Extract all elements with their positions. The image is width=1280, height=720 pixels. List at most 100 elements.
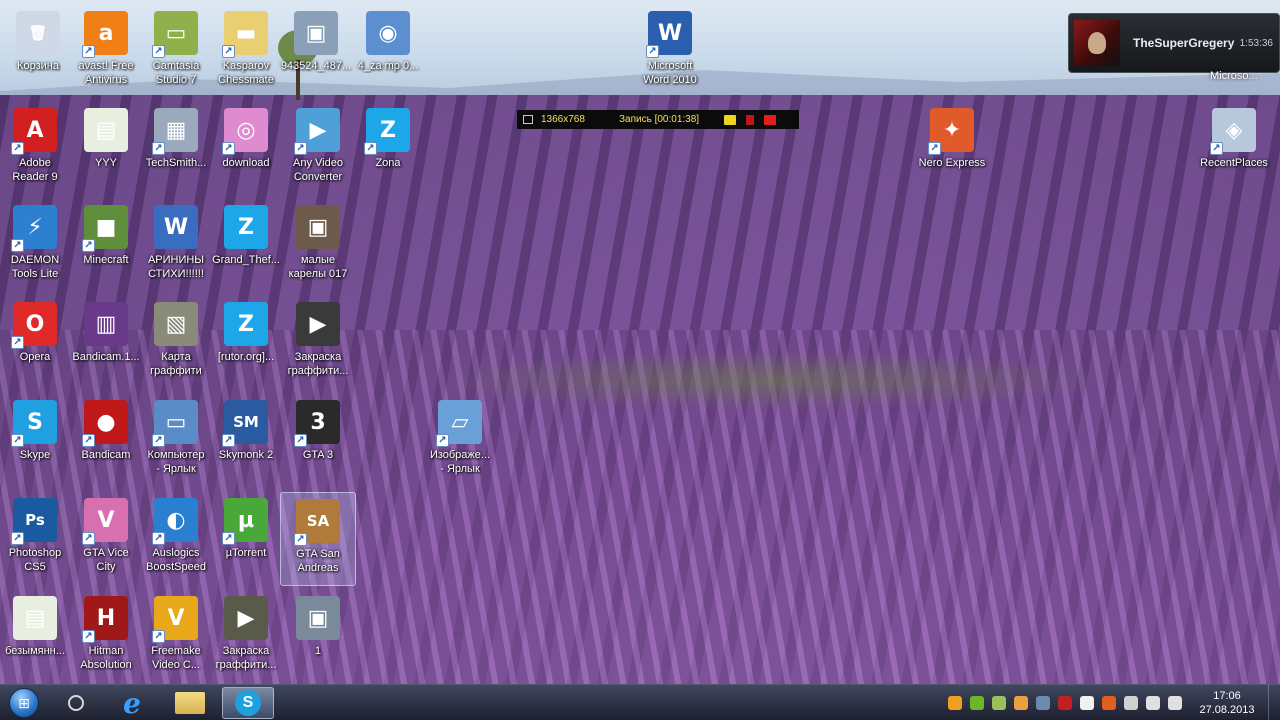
desktop-icon-zona[interactable]: Z ↗ Zona	[350, 102, 426, 196]
shortcut-arrow-icon: ↗	[152, 532, 165, 545]
desktop-icon-label: Skymonk 2	[218, 449, 274, 461]
desktop-icon-shield4[interactable]: ◉ 4_za mp 0...	[350, 5, 426, 99]
utorrent-icon: µ ↗	[222, 498, 268, 545]
desktop-icon-photo943[interactable]: ▣ 943524_487...	[278, 5, 354, 99]
network-icon[interactable]	[1146, 696, 1160, 710]
taskbar-circle-app[interactable]	[50, 687, 102, 719]
taskbar-internet-explorer[interactable]: e	[106, 687, 158, 720]
computer-icon: ▦ ↗	[152, 108, 198, 155]
desktop-icon-utorrent[interactable]: µ ↗ µTorrent	[208, 492, 284, 586]
torrent-icon: Z	[224, 205, 268, 249]
desktop-icon-minecraft[interactable]: ■ ↗ Minecraft	[68, 199, 144, 293]
desktop-icon-label: Opera	[19, 351, 51, 363]
gta3-icon: 3 ↗	[294, 400, 340, 447]
desktop-icon-gta3[interactable]: 3 ↗ GTA 3	[280, 394, 356, 488]
computer-icon: ▭ ↗	[152, 400, 198, 447]
taskbar-skype[interactable]: S	[222, 687, 274, 719]
desktop-icon-label: Компьютер - Ярлык	[147, 449, 205, 475]
avatar	[1074, 20, 1120, 66]
photo-icon: ▣	[296, 205, 340, 249]
desktop-icon-kasparov[interactable]: ▬ ↗ Kasparov Chessmate	[208, 5, 284, 99]
bandicam-tray-icon[interactable]	[1058, 696, 1072, 710]
desktop-icon-yyy[interactable]: ▤ YYY	[68, 102, 144, 196]
tray-app-icon[interactable]	[1102, 696, 1116, 710]
desktop-icon-label: µTorrent	[225, 547, 267, 559]
shortcut-arrow-icon: ↗	[928, 142, 941, 155]
shortcut-arrow-icon: ↗	[152, 630, 165, 643]
word-document-icon: W	[154, 205, 198, 249]
video-file-icon: ▶	[296, 302, 340, 346]
camera-icon[interactable]	[724, 114, 736, 125]
pause-icon[interactable]	[746, 114, 754, 125]
shortcut-arrow-icon: ↗	[222, 45, 235, 58]
desktop-icon-label: Freemake Video C...	[151, 645, 201, 671]
desktop-icon-download[interactable]: ◎ ↗ download	[208, 102, 284, 196]
desktop-icon-label: Minecraft	[83, 254, 129, 266]
desktop-icon-izobrazhe[interactable]: ▱ ↗ Изображе... - Ярлык	[422, 394, 498, 488]
desktop-icon-recycle-bin[interactable]: 🗑 Корзина	[0, 5, 76, 99]
steam-notification[interactable]: TheSuperGregery 1:53:36	[1068, 13, 1280, 73]
desktop-icon-avast[interactable]: a ↗ avast! Free Antivirus	[68, 5, 144, 99]
gta-vice-city-icon: V ↗	[82, 498, 128, 545]
desktop-icon-word2010[interactable]: W ↗ Microsoft Word 2010	[632, 5, 708, 99]
desktop-icon-opera[interactable]: O ↗ Opera	[0, 296, 73, 390]
recording-status: Запись [00:01:38]	[619, 114, 700, 125]
desktop-icon-techsmith[interactable]: ▦ ↗ TechSmith...	[138, 102, 214, 196]
desktop-icon-camtasia[interactable]: ▭ ↗ Camtasia Studio 7	[138, 5, 214, 99]
desktop-icon-zakraska1[interactable]: ▶ Закраска граффити...	[280, 296, 356, 390]
tray-app-icon[interactable]	[1124, 696, 1138, 710]
shortcut-arrow-icon: ↗	[11, 434, 24, 447]
tray-app-icon[interactable]	[1036, 696, 1050, 710]
desktop-icon-label: 1	[314, 645, 322, 657]
clock[interactable]: 17:06 27.08.2013	[1192, 689, 1262, 717]
skype-icon: S ↗	[11, 400, 57, 447]
tray-app-icon[interactable]	[1014, 696, 1028, 710]
desktop-icon-adobe-reader[interactable]: A ↗ Adobe Reader 9	[0, 102, 73, 196]
desktop-icon-nero[interactable]: ✦ ↗ Nero Express	[914, 102, 990, 196]
desktop-icon-photoshop[interactable]: Ps ↗ Photoshop CS5	[0, 492, 73, 586]
start-button[interactable]: ⊞	[6, 687, 42, 719]
desktop-icon-skype[interactable]: S ↗ Skype	[0, 394, 73, 488]
show-desktop-button[interactable]	[1268, 685, 1280, 720]
desktop-icon-label: Карта граффити	[150, 351, 202, 377]
nero-icon: ✦ ↗	[928, 108, 974, 155]
desktop-icon-hitman[interactable]: H ↗ Hitman Absolution	[68, 590, 144, 684]
desktop-icon-label: RecentPlaces	[1200, 157, 1268, 169]
desktop-icon-label: DAEMON Tools Lite	[10, 254, 60, 280]
avast-tray-icon[interactable]	[948, 696, 962, 710]
desktop-icon-gta-sa[interactable]: SA ↗ GTA San Andreas	[280, 492, 356, 586]
flag-icon[interactable]	[1080, 696, 1094, 710]
desktop-icon-label: Any Video Converter	[293, 157, 343, 183]
desktop-icon-zakraska2[interactable]: ▶ Закраска граффити...	[208, 590, 284, 684]
desktop-icon-computer[interactable]: ▭ ↗ Компьютер - Ярлык	[138, 394, 214, 488]
recent-places-icon: ◈ ↗	[1210, 108, 1256, 155]
desktop-icon-gta-vice[interactable]: V ↗ GTA Vice City	[68, 492, 144, 586]
window-size-icon[interactable]	[523, 115, 533, 124]
stop-icon[interactable]	[764, 114, 776, 125]
tray-app-icon[interactable]	[992, 696, 1006, 710]
desktop-icon-daemon[interactable]: ⚡ ↗ DAEMON Tools Lite	[0, 199, 73, 293]
taskbar-explorer[interactable]	[164, 687, 216, 719]
nvidia-tray-icon[interactable]	[970, 696, 984, 710]
desktop-icon-recent-places[interactable]: ◈ ↗ RecentPlaces	[1196, 102, 1272, 196]
desktop-icon-bandicam[interactable]: ● ↗ Bandicam	[68, 394, 144, 488]
desktop-icon-auslogics[interactable]: ◐ ↗ Auslogics BoostSpeed	[138, 492, 214, 586]
shortcut-arrow-icon: ↗	[82, 239, 95, 252]
shortcut-arrow-icon: ↗	[82, 532, 95, 545]
video-file-icon: ▶	[224, 596, 268, 640]
desktop-icon-karta[interactable]: ▧ Карта граффити	[138, 296, 214, 390]
desktop-icon-skymonk[interactable]: SM ↗ Skymonk 2	[208, 394, 284, 488]
desktop-icon-rutor[interactable]: Z [rutor.org]...	[208, 296, 284, 390]
desktop-icon-bandicam1[interactable]: ▥ Bandicam.1...	[68, 296, 144, 390]
desktop-icon-arinini[interactable]: W АРИНИНЫ СТИХИ!!!!!!	[138, 199, 214, 293]
desktop-icon-label: безымянн...	[5, 645, 65, 657]
desktop-icon-freemake[interactable]: V ↗ Freemake Video C...	[138, 590, 214, 684]
shortcut-arrow-icon: ↗	[436, 434, 449, 447]
desktop-icon-bezymyann[interactable]: ▤ безымянн...	[0, 590, 73, 684]
volume-icon[interactable]	[1168, 696, 1182, 710]
desktop-icon-any-video[interactable]: ▶ ↗ Any Video Converter	[280, 102, 356, 196]
desktop-icon-one[interactable]: ▣ 1	[280, 590, 356, 684]
desktop-icon-malye[interactable]: ▣ малые карелы 017	[280, 199, 356, 293]
desktop-icon-grand-theft[interactable]: Z Grand_Thef...	[208, 199, 284, 293]
desktop-icon-label: [rutor.org]...	[217, 351, 275, 363]
